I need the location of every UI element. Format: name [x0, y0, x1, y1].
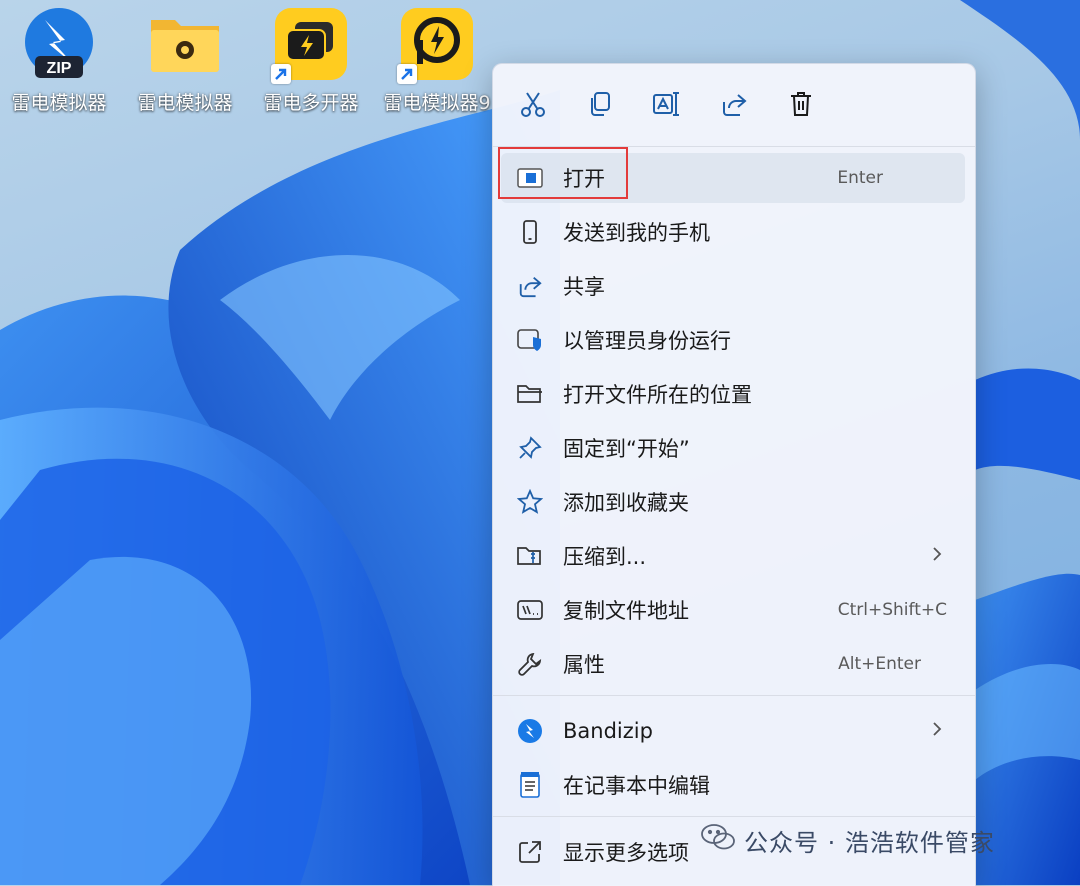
- menu-item-label: 发送到我的手机: [563, 221, 710, 245]
- phone-icon: [515, 217, 545, 247]
- menu-item-run-as-admin[interactable]: 以管理员身份运行: [501, 315, 965, 365]
- menu-item-send-to-phone[interactable]: 发送到我的手机: [501, 207, 965, 257]
- separator: [493, 816, 975, 817]
- menu-item-properties[interactable]: 属性 Alt+Enter: [501, 639, 965, 689]
- menu-item-label: 以管理员身份运行: [563, 329, 731, 353]
- folder-icon: [147, 6, 223, 82]
- rename-button[interactable]: [647, 86, 687, 126]
- shortcut-arrow-icon: [271, 64, 291, 84]
- desktop-icon-ldplayer-folder[interactable]: 雷电模拟器: [126, 6, 244, 115]
- menu-item-label: 共享: [563, 275, 605, 299]
- chevron-right-icon: [931, 720, 943, 742]
- desktop-icon-ldplayer-multi[interactable]: 雷电多开器: [252, 6, 370, 115]
- desktop-icon-label: 雷电多开器: [263, 92, 359, 114]
- desktop-icon-ldplayer-zip[interactable]: ZIP 雷电模拟器: [0, 6, 118, 115]
- menu-toolbar: [493, 64, 975, 146]
- watermark-text: 公众号 · 浩浩软件管家: [744, 828, 995, 857]
- zip-archive-icon: ZIP: [21, 6, 97, 82]
- menu-item-label: 固定到“开始”: [563, 437, 690, 461]
- menu-item-add-to-favorites[interactable]: 添加到收藏夹: [501, 477, 965, 527]
- menu-item-share[interactable]: 共享: [501, 261, 965, 311]
- menu-item-open-file-location[interactable]: 打开文件所在的位置: [501, 369, 965, 419]
- menu-item-label: 属性: [563, 653, 605, 677]
- wrench-icon: [515, 649, 545, 679]
- delete-icon: [789, 90, 813, 122]
- share-icon: [515, 271, 545, 301]
- menu-item-copy-path[interactable]: 复制文件地址 Ctrl+Shift+C: [501, 585, 965, 635]
- folder-open-icon: [515, 379, 545, 409]
- menu-item-shortcut: Ctrl+Shift+C: [837, 600, 947, 620]
- delete-button[interactable]: [781, 86, 821, 126]
- menu-item-label: 显示更多选项: [563, 841, 689, 865]
- copy-button[interactable]: [580, 86, 620, 126]
- menu-item-label: 打开文件所在的位置: [563, 383, 752, 407]
- menu-item-shortcut: Alt+Enter: [838, 654, 921, 674]
- star-icon: [515, 487, 545, 517]
- multi-instance-app-icon: [271, 6, 349, 84]
- svg-text:ZIP: ZIP: [47, 60, 72, 77]
- bandizip-icon: [515, 716, 545, 746]
- menu-item-label: 压缩到...: [563, 545, 647, 569]
- copy-icon: [587, 90, 613, 122]
- menu-item-bandizip[interactable]: Bandizip: [501, 706, 965, 756]
- desktop-icon-label: 雷电模拟器: [11, 92, 107, 114]
- menu-item-shortcut: Enter: [837, 168, 883, 188]
- menu-item-edit-in-notepad[interactable]: 在记事本中编辑: [501, 760, 965, 810]
- emulator-app-icon: [397, 6, 475, 84]
- cut-button[interactable]: [513, 86, 553, 126]
- menu-item-compress-to[interactable]: 压缩到...: [501, 531, 965, 581]
- share-icon: [720, 90, 748, 122]
- rename-icon: [652, 90, 682, 122]
- pin-icon: [515, 433, 545, 463]
- menu-item-label: 复制文件地址: [563, 599, 689, 623]
- desktop-icon-label: 雷电模拟器9: [383, 92, 491, 114]
- cut-icon: [520, 90, 546, 122]
- notepad-icon: [515, 770, 545, 800]
- watermark: 公众号 · 浩浩软件管家: [700, 822, 995, 858]
- shortcut-arrow-icon: [397, 64, 417, 84]
- share-button[interactable]: [714, 86, 754, 126]
- menu-item-label: Bandizip: [563, 719, 653, 743]
- copy-path-icon: [515, 595, 545, 625]
- separator: [493, 695, 975, 696]
- desktop-icon-label: 雷电模拟器: [137, 92, 233, 114]
- menu-item-pin-to-start[interactable]: 固定到“开始”: [501, 423, 965, 473]
- admin-shield-icon: [515, 325, 545, 355]
- menu-item-label: 添加到收藏夹: [563, 491, 689, 515]
- zip-folder-icon: [515, 541, 545, 571]
- more-options-icon: [515, 837, 545, 867]
- menu-item-label: 在记事本中编辑: [563, 774, 710, 798]
- wechat-icon: [700, 822, 736, 858]
- desktop-icon-ldplayer9[interactable]: 雷电模拟器9: [378, 6, 496, 115]
- highlight-annotation: [498, 147, 628, 199]
- chevron-right-icon: [931, 545, 943, 567]
